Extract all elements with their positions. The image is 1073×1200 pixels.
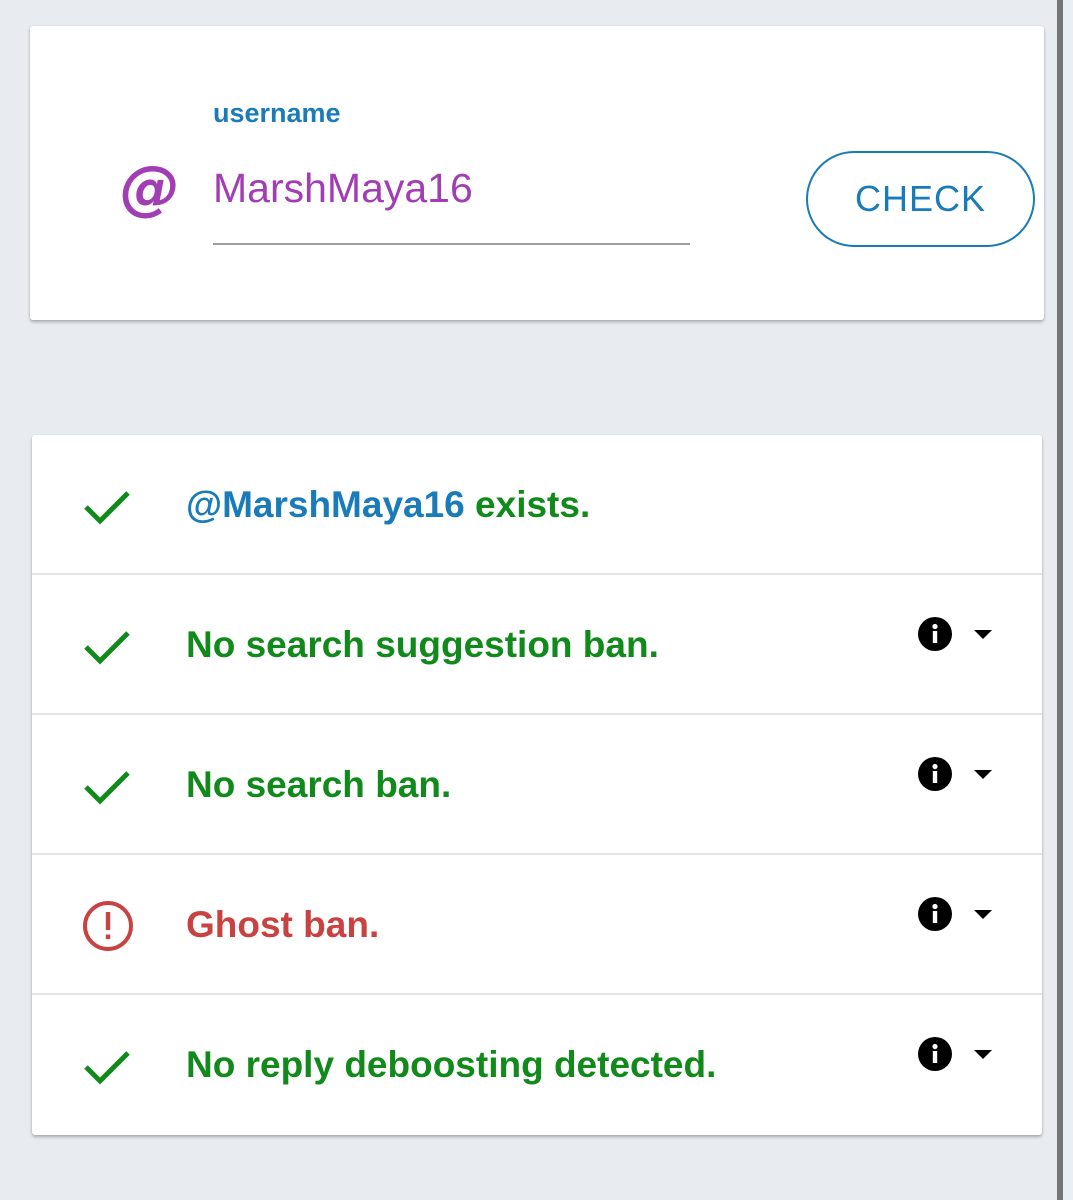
results-card: @MarshMaya16 exists. No search suggestio… (32, 435, 1042, 1135)
result-text: Ghost ban. (186, 904, 380, 945)
exists-text: @MarshMaya16 exists. (186, 483, 590, 527)
result-text: No search ban. (186, 764, 452, 805)
result-row-search-suggestion-ban: No search suggestion ban. (32, 575, 1042, 715)
caret-down-icon[interactable] (974, 1048, 992, 1060)
info-dropdown-toggle[interactable] (916, 615, 996, 655)
result-text: No search suggestion ban. (186, 624, 659, 665)
window-scrollbar[interactable] (1057, 0, 1073, 1200)
info-icon[interactable] (916, 755, 954, 793)
info-icon[interactable] (916, 615, 954, 653)
result-row-exists: @MarshMaya16 exists. (32, 435, 1042, 575)
exists-suffix: exists. (464, 484, 591, 525)
caret-down-icon[interactable] (974, 768, 992, 780)
info-dropdown-toggle[interactable] (916, 895, 996, 935)
alert-circle-icon (83, 901, 133, 951)
info-dropdown-toggle[interactable] (916, 755, 996, 795)
result-row-ghost-ban: Ghost ban. (32, 855, 1042, 995)
check-icon (84, 631, 130, 665)
check-icon (84, 491, 130, 525)
caret-down-icon[interactable] (974, 908, 992, 920)
info-icon[interactable] (916, 895, 954, 933)
at-sign-icon: @ (120, 153, 180, 223)
result-row-reply-deboosting: No reply deboosting detected. (32, 995, 1042, 1135)
username-handle: @MarshMaya16 (186, 484, 465, 525)
username-label: username (213, 98, 341, 128)
input-underline (213, 243, 690, 245)
info-icon[interactable] (916, 1035, 954, 1073)
username-input[interactable] (213, 162, 689, 214)
result-row-search-ban: No search ban. (32, 715, 1042, 855)
caret-down-icon[interactable] (974, 628, 992, 640)
check-button[interactable]: CHECK (806, 151, 1035, 247)
result-text: No reply deboosting detected. (186, 1044, 717, 1085)
check-icon (84, 771, 130, 805)
search-card: @ username CHECK (30, 26, 1044, 320)
check-icon (84, 1051, 130, 1085)
info-dropdown-toggle[interactable] (916, 1035, 996, 1075)
